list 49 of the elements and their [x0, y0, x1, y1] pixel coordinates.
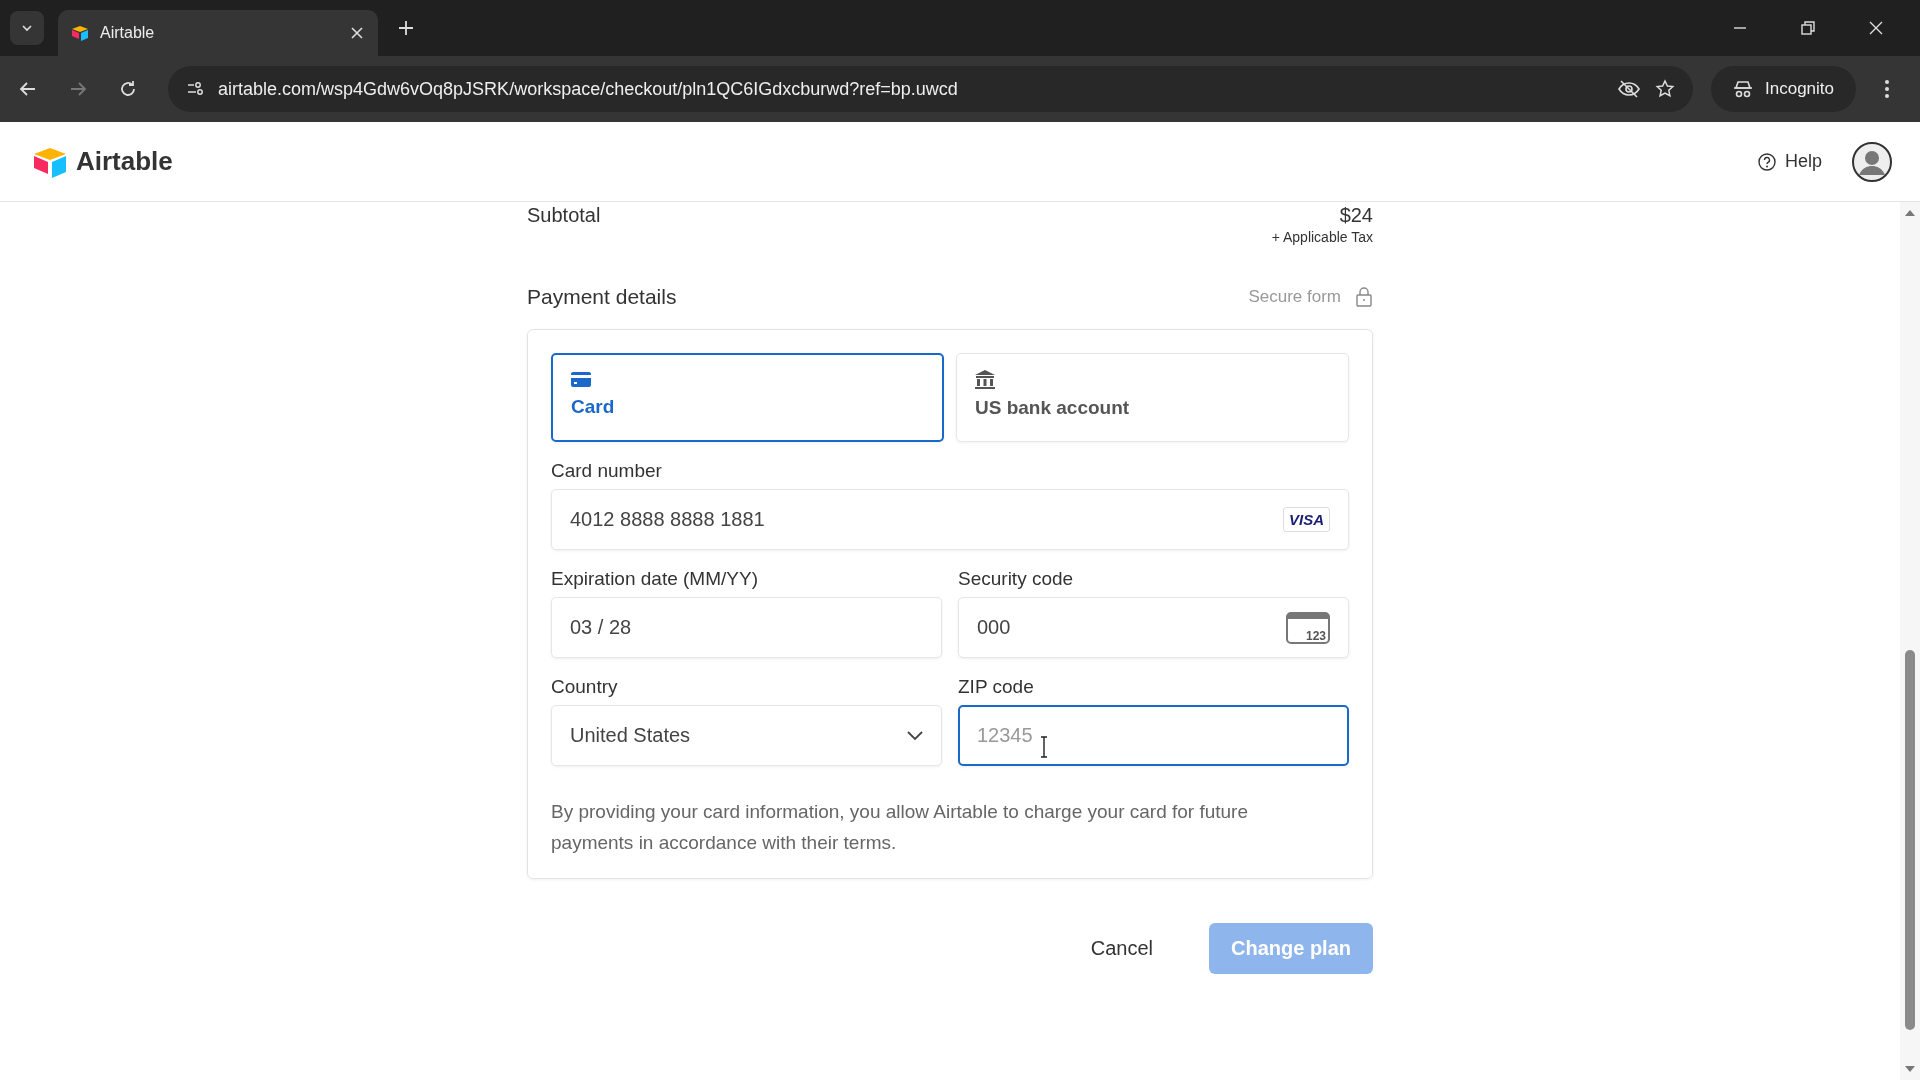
incognito-icon [1733, 79, 1753, 99]
field-label: ZIP code [958, 676, 1035, 698]
avatar-icon[interactable] [1852, 141, 1892, 182]
payment-method-tab[interactable]: Card [551, 353, 944, 442]
subtotal-amount: $24 [1339, 204, 1373, 227]
scroll-down-icon[interactable] [1904, 1064, 1916, 1074]
security-code-card-icon: 123 [1286, 611, 1330, 644]
field-label: Card number [551, 460, 663, 482]
bank-icon [975, 370, 995, 389]
payment-method-tab[interactable]: US bank account [956, 353, 1349, 442]
airtable-logo-icon [72, 25, 90, 41]
help-icon [1756, 151, 1777, 172]
visa-logo: VISA [1283, 507, 1330, 532]
close-icon[interactable] [1868, 20, 1884, 36]
address-bar[interactable]: airtable.com/wsp4Gdw6vOq8pJSRK/workspace/checkout/pln1QC6IGdxcburwd?ref=bp.uwcd [168, 66, 1693, 112]
site-settings-icon[interactable] [186, 80, 204, 98]
field-label: Expiration date (MM/YY) [551, 568, 759, 590]
incognito-button[interactable]: Incognito [1711, 66, 1856, 112]
input-field[interactable]: 000 123 [958, 597, 1349, 658]
country-dropdown[interactable]: United States [551, 705, 942, 766]
field-label: Security code [958, 568, 1075, 590]
input-field[interactable]: 4012 8888 8888 1881 VISA [551, 489, 1349, 550]
reload-icon[interactable] [118, 79, 138, 99]
section-title: Payment details [527, 285, 677, 309]
tab-title: Airtable [100, 24, 156, 42]
lock-icon [1355, 287, 1373, 307]
cancel-button[interactable]: Cancel [1068, 923, 1175, 974]
restore-icon[interactable] [1800, 20, 1816, 36]
chevron-down-icon [907, 730, 923, 741]
terms-text: By providing your card information, you allow Airtable to charge your card for future payments in accordance with their terms. [551, 800, 1250, 855]
credit-card-icon [571, 371, 591, 388]
field-label: Country [551, 676, 619, 698]
text-cursor-icon [1038, 735, 1049, 758]
close-tab-icon[interactable] [350, 26, 364, 40]
help-link[interactable]: Help [1756, 151, 1822, 172]
browser-tab[interactable]: Airtable [58, 10, 378, 56]
scrollbar-thumb[interactable] [1905, 650, 1915, 1030]
new-tab-icon[interactable] [398, 20, 414, 36]
input-field[interactable]: 03 / 28 [551, 597, 942, 658]
scroll-up-icon[interactable] [1904, 208, 1916, 218]
tax-note: + Applicable Tax [1271, 229, 1373, 245]
subtotal-label: Subtotal [527, 204, 601, 227]
secure-form-label: Secure form [1248, 287, 1341, 307]
bookmark-star-icon[interactable] [1655, 79, 1675, 99]
menu-icon[interactable] [1884, 79, 1890, 99]
url-text: airtable.com/wsp4Gdw6vOq8pJSRK/workspace/checkout/pln1QC6IGdxcburwd?ref=bp.uwcd [218, 78, 959, 100]
tab-search-button[interactable] [10, 11, 44, 45]
eye-slash-icon[interactable] [1617, 79, 1641, 99]
logo-text[interactable]: Airtable [76, 146, 173, 177]
